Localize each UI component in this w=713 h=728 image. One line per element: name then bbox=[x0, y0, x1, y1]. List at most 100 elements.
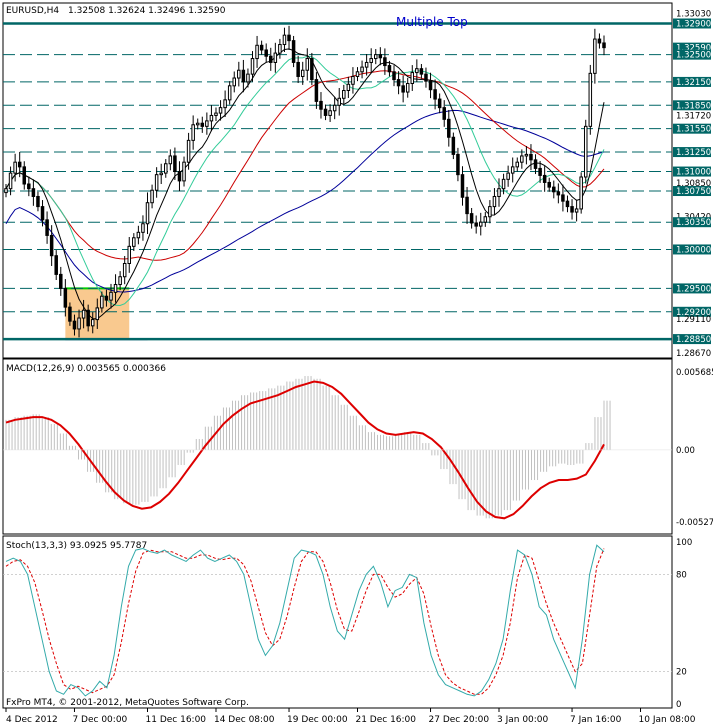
time-tick-label: 10 Jan 08:00 bbox=[639, 715, 696, 725]
candle-body bbox=[296, 61, 300, 77]
time-tick-label: 21 Dec 16:00 bbox=[355, 715, 416, 725]
price-tick-label: 1.32150 bbox=[676, 78, 711, 88]
time-tick-label: 19 Dec 00:00 bbox=[287, 715, 348, 725]
time-tick-label: 11 Dec 16:00 bbox=[146, 715, 207, 725]
candle-body bbox=[154, 174, 159, 191]
macd-panel: MACD(12,26,9) 0.003565 0.000366 0.005685… bbox=[2, 358, 713, 535]
candle-body bbox=[278, 44, 282, 54]
candle-body bbox=[396, 79, 401, 87]
candle-body bbox=[86, 309, 90, 327]
candle-body bbox=[465, 196, 469, 215]
candle-body bbox=[81, 309, 86, 319]
candle-body bbox=[460, 174, 465, 198]
macd-title: MACD(12,26,9) 0.003565 0.000366 bbox=[6, 364, 166, 374]
stoch-title: Stoch(13,3,3) 93.0925 95.7787 bbox=[6, 541, 147, 551]
price-tick-label: 1.31720 bbox=[676, 111, 711, 121]
candle-body bbox=[561, 194, 565, 202]
price-tick-label: 1.30750 bbox=[676, 187, 711, 197]
candle-body bbox=[54, 255, 58, 275]
candle-body bbox=[332, 104, 337, 112]
candle-body bbox=[214, 112, 218, 116]
candle-body bbox=[437, 98, 442, 109]
price-tick-label: 1.31250 bbox=[676, 148, 711, 158]
candle-body bbox=[570, 206, 574, 213]
candle-body bbox=[168, 155, 173, 165]
candle-body bbox=[383, 57, 387, 67]
price-panel: 1.330301.329001.325901.325001.321501.318… bbox=[2, 2, 711, 359]
candle-body bbox=[232, 77, 236, 87]
candle-body bbox=[351, 75, 355, 85]
moving-averages bbox=[5, 48, 605, 320]
candle-body bbox=[305, 58, 310, 71]
candle-body bbox=[241, 69, 246, 83]
time-tick-label: 4 Dec 2012 bbox=[6, 715, 58, 725]
candle-body bbox=[547, 181, 551, 188]
price-tick-label: 1.32500 bbox=[676, 51, 711, 61]
candle-body bbox=[314, 79, 319, 102]
candle-body bbox=[8, 172, 13, 190]
candle-body bbox=[104, 295, 109, 301]
candle-body bbox=[405, 82, 410, 93]
time-tick-label: 7 Jan 16:00 bbox=[570, 715, 622, 725]
candle-body bbox=[533, 159, 538, 169]
candle-body bbox=[77, 317, 81, 330]
candle-body bbox=[72, 320, 77, 330]
candle-body bbox=[469, 213, 474, 224]
macd-tick-label: -0.00527 bbox=[676, 518, 713, 528]
candle-body bbox=[323, 108, 328, 116]
candle-body bbox=[177, 171, 182, 182]
stoch-panel-frame bbox=[2, 535, 673, 709]
candle-body bbox=[360, 66, 364, 73]
candle-body bbox=[45, 219, 49, 236]
candle-body bbox=[36, 195, 40, 208]
candle-body bbox=[387, 65, 392, 73]
stoch-axis: 100 80 20 0 bbox=[676, 538, 692, 710]
candle-body bbox=[269, 55, 273, 63]
candle-body bbox=[49, 234, 54, 257]
candle-body bbox=[63, 287, 68, 308]
candle-body bbox=[583, 125, 588, 178]
multiple-top-annotation: Multiple Top bbox=[396, 15, 468, 29]
candle-body bbox=[520, 155, 524, 163]
candle-body bbox=[392, 71, 396, 81]
candle-body bbox=[369, 58, 373, 63]
candle-body bbox=[602, 42, 606, 49]
candle-body bbox=[205, 120, 209, 127]
candle-body bbox=[538, 167, 542, 176]
time-tick-label: 27 Dec 20:00 bbox=[429, 715, 490, 725]
stoch-tick-label: 0 bbox=[676, 700, 681, 710]
candle-body bbox=[374, 54, 378, 60]
candle-body bbox=[497, 188, 501, 197]
stoch-tick-label: 80 bbox=[676, 570, 687, 580]
price-axis: 1.330301.329001.325901.325001.321501.318… bbox=[673, 9, 711, 359]
macd-panel-frame bbox=[2, 358, 673, 535]
candle-body bbox=[552, 186, 556, 193]
stoch-tick-label: 20 bbox=[676, 668, 687, 678]
macd-histogram bbox=[5, 376, 611, 519]
candle-body bbox=[17, 161, 22, 168]
candle-body bbox=[433, 89, 437, 100]
price-tick-label: 1.28850 bbox=[676, 335, 711, 345]
candle-body bbox=[478, 221, 483, 227]
candle-body bbox=[510, 166, 515, 174]
candle-body bbox=[291, 40, 296, 63]
candle-body bbox=[182, 161, 186, 182]
macd-tick-label: 0.00 bbox=[676, 446, 695, 456]
candle-body bbox=[255, 44, 259, 60]
time-tick-label: 7 Dec 00:00 bbox=[72, 715, 127, 725]
candle-body bbox=[492, 195, 497, 208]
price-tick-label: 1.30000 bbox=[676, 245, 711, 255]
candle-body bbox=[419, 68, 424, 75]
candle-body bbox=[223, 99, 227, 109]
price-tick-label: 1.29110 bbox=[676, 315, 711, 325]
candle-body bbox=[13, 161, 17, 174]
price-tick-label: 1.32900 bbox=[676, 19, 711, 29]
stoch-panel: Stoch(13,3,3) 93.0925 95.7787 100 80 20 0 F… bbox=[2, 535, 692, 710]
price-tick-label: 1.30350 bbox=[676, 218, 711, 228]
stoch-levels bbox=[3, 574, 672, 672]
candle-body bbox=[282, 34, 287, 46]
stoch-tick-label: 100 bbox=[676, 538, 692, 548]
candle-body bbox=[287, 34, 291, 42]
ma-long-line bbox=[5, 109, 605, 293]
candle-body bbox=[355, 71, 360, 77]
